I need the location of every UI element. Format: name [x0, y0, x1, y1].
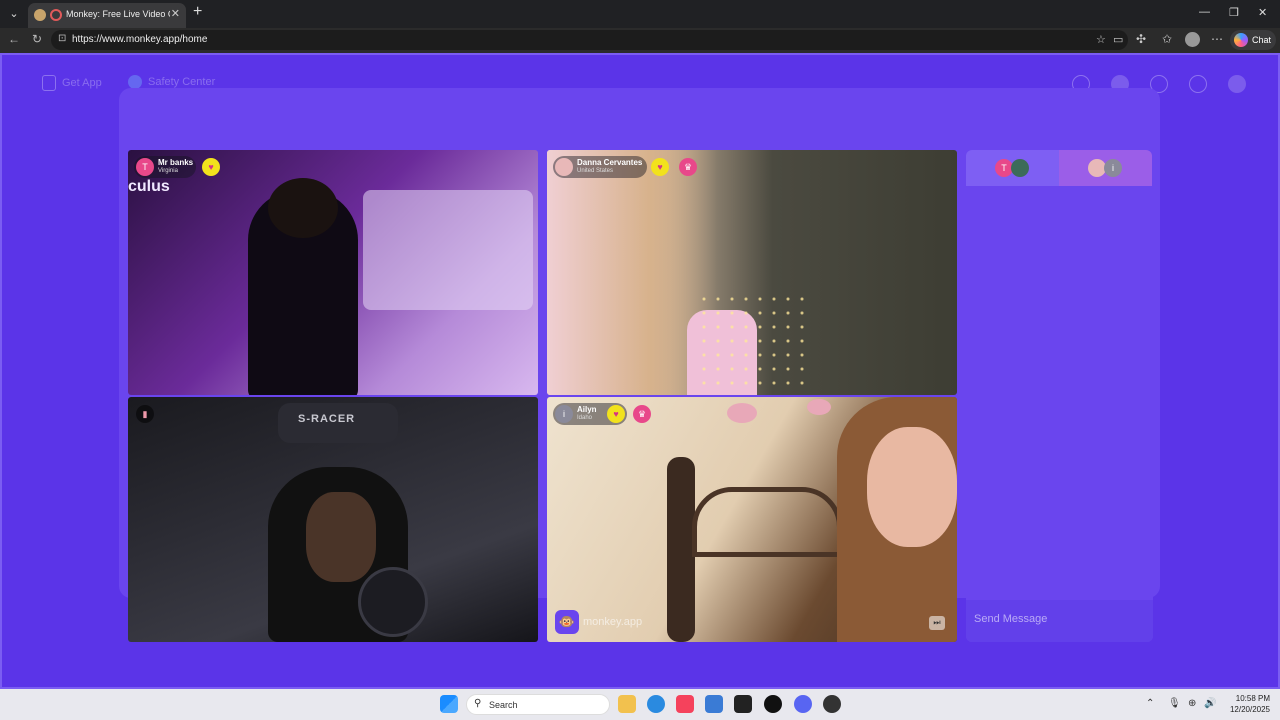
video-tile-1[interactable]: culus T Mr banks Virginia ♥ [128, 150, 538, 395]
edge-icon[interactable] [647, 695, 665, 713]
account-avatar[interactable] [1228, 75, 1246, 93]
obs-icon[interactable] [764, 695, 782, 713]
close-tab-icon[interactable]: ✕ [171, 7, 180, 20]
tab-actions-icon[interactable]: ⌄ [4, 4, 24, 24]
user-tag[interactable]: T Mr banks Virginia [134, 156, 196, 178]
file-explorer-icon[interactable] [618, 695, 636, 713]
user-name: Mr banks [158, 158, 194, 167]
messages-icon[interactable] [1189, 75, 1207, 93]
face-shape [867, 427, 957, 547]
get-app-label: Get App [62, 76, 102, 89]
chat-sidebar: T i [966, 150, 1153, 642]
copilot-icon [1234, 33, 1248, 47]
browser-tab-bar: ⌄ Monkey: Free Live Video Chat ✕ + — ❐ ✕ [0, 0, 1280, 28]
search-icon: ⚲ [474, 698, 482, 709]
user-avatar: i [1104, 159, 1122, 177]
extensions-icon[interactable]: ✣ [1136, 32, 1146, 46]
video-tile-4[interactable]: i Ailyn Idaho ♥ ♛ 🐵 monkey.app ⏭ [547, 397, 957, 642]
taskbar-search[interactable]: ⚲ Search [466, 694, 610, 715]
camera-in-use-icon[interactable]: ▭ [1113, 33, 1123, 46]
skip-icon[interactable]: ⏭ [929, 616, 945, 630]
copilot-chat-button[interactable]: Chat [1230, 30, 1276, 50]
bed-shape [363, 190, 533, 310]
string-lights [697, 292, 807, 395]
clock[interactable]: 10:58 PM 12/20/2025 [1226, 693, 1270, 715]
monkey-favicon-icon [34, 9, 46, 21]
tray-chevron-icon[interactable]: ⌃ [1146, 698, 1154, 709]
phone-icon [42, 75, 56, 91]
user-tag[interactable]: Danna Cervantes United States [553, 156, 647, 178]
video-tile-2[interactable]: Danna Cervantes United States ♥ ♛ [547, 150, 957, 395]
report-icon[interactable]: ▮ [136, 405, 154, 423]
more-menu-icon[interactable]: ⋯ [1211, 32, 1223, 46]
wall-flower [727, 403, 757, 423]
send-message-input[interactable] [974, 608, 1144, 630]
heart-icon[interactable]: ♥ [202, 158, 220, 176]
bedpost-shape [667, 457, 695, 642]
get-app-link[interactable]: Get App [42, 75, 102, 91]
url-text: https://www.monkey.app/home [72, 34, 208, 45]
hair-shape [268, 178, 338, 238]
safety-center-link[interactable]: Safety Center [128, 75, 215, 89]
shield-icon [128, 75, 142, 89]
profile-avatar[interactable] [1185, 32, 1200, 47]
browser-tab[interactable]: Monkey: Free Live Video Chat ✕ [28, 3, 186, 28]
heart-icon[interactable]: ♥ [651, 158, 669, 176]
copilot-chat-label: Chat [1252, 35, 1272, 45]
volume-icon[interactable]: 🔊 [1204, 698, 1216, 709]
network-icon[interactable]: ⊕ [1188, 698, 1196, 709]
back-icon[interactable]: ← [8, 32, 20, 46]
bed-frame-shape [692, 487, 842, 557]
taskbar-search-label: Search [489, 700, 518, 710]
chat-tab-2[interactable]: i [1059, 150, 1152, 186]
favorite-star-icon[interactable]: ☆ [1096, 33, 1106, 46]
app-icon[interactable] [823, 695, 841, 713]
user-location: United States [577, 168, 614, 174]
url-field[interactable]: ⊡ https://www.monkey.app/home ☆ ▭ [51, 30, 1128, 50]
chat-tab-1[interactable]: T [966, 150, 1059, 186]
music-icon[interactable] [676, 695, 694, 713]
new-tab-icon[interactable]: + [193, 3, 202, 21]
discord-icon[interactable] [794, 695, 812, 713]
face-shape [306, 492, 376, 582]
user-location: Virginia [158, 168, 178, 174]
safety-center-label: Safety Center [148, 75, 216, 88]
close-window-icon[interactable]: ✕ [1258, 6, 1267, 19]
watermark-text: monkey.app [583, 616, 643, 628]
start-icon[interactable] [440, 695, 458, 713]
clock-time: 10:58 PM [1235, 694, 1270, 703]
clock-date: 12/20/2025 [1229, 705, 1270, 714]
reload-icon[interactable]: ↻ [32, 32, 42, 46]
user-name: Ailyn [577, 405, 597, 414]
user-name: Danna Cervantes [577, 158, 643, 167]
taskbar: ⚲ Search ⌃ 🎙 ⊕ 🔊 10:58 PM 12/20/2025 [0, 689, 1280, 720]
tab-title: Monkey: Free Live Video Chat [66, 9, 170, 19]
video-tile-3[interactable]: S-RACER ▮ [128, 397, 538, 642]
chair-brand-text: S-RACER [298, 413, 356, 425]
user-location: Idaho [577, 415, 593, 421]
monkey-watermark: 🐵 monkey.app [555, 610, 642, 634]
user-avatar: T [136, 158, 154, 176]
recording-indicator-icon [50, 9, 62, 21]
poster-text: culus [128, 178, 170, 195]
microphone-shape [358, 567, 428, 637]
microphone-icon[interactable]: 🎙 [1168, 698, 1181, 709]
heart-icon[interactable]: ♥ [607, 405, 625, 423]
minimize-icon[interactable]: — [1199, 6, 1210, 18]
monkey-avatar-icon [555, 158, 573, 176]
wall-flower [807, 399, 831, 415]
send-message-bar [966, 600, 1153, 642]
address-bar: ← ↻ ⊡ https://www.monkey.app/home ☆ ▭ ✣ … [0, 28, 1280, 53]
favorites-icon[interactable]: ✩ [1162, 32, 1172, 46]
monkey-logo-icon: 🐵 [555, 610, 579, 634]
site-info-icon[interactable]: ⊡ [58, 33, 66, 44]
app-icon[interactable] [734, 695, 752, 713]
trophy-badge-icon: ♛ [679, 158, 697, 176]
restore-icon[interactable]: ❐ [1229, 6, 1239, 19]
trophy-badge-icon: ♛ [633, 405, 651, 423]
user-avatar: i [555, 405, 573, 423]
store-icon[interactable] [705, 695, 723, 713]
user-avatar-photo [1011, 159, 1029, 177]
